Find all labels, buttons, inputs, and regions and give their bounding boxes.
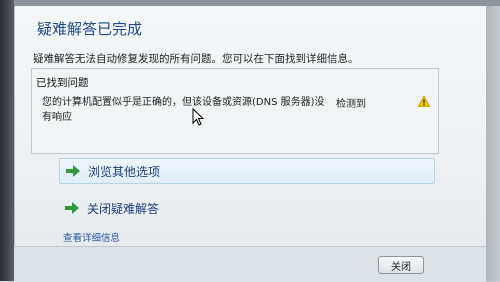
problems-found-panel: 已找到问题 您的计算机配置似乎是正确的，但该设备或资源(DNS 服务器)没有响应… — [31, 68, 439, 154]
view-details-link[interactable]: 查看详细信息 — [63, 230, 120, 244]
page-description: 疑难解答无法自动修复发现的所有问题。您可以在下面找到详细信息。 — [33, 53, 359, 65]
close-button[interactable]: 关闭 — [378, 256, 424, 274]
warning-icon — [418, 96, 430, 107]
problem-description: 您的计算机配置似乎是正确的，但该设备或资源(DNS 服务器)没有响应 — [42, 97, 325, 123]
screen-bezel-left — [0, 0, 14, 281]
close-troubleshooter-button[interactable]: 关闭疑难解答 — [59, 196, 433, 220]
browse-other-options-label: 浏览其他选项 — [88, 164, 161, 179]
troubleshooter-window: 疑难解答已完成 疑难解答无法自动修复发现的所有问题。您可以在下面找到详细信息。 … — [14, 6, 487, 277]
close-troubleshooter-label: 关闭疑难解答 — [87, 201, 160, 216]
green-arrow-icon — [65, 202, 79, 214]
dialog-footer: 关闭 — [14, 246, 486, 282]
browse-other-options-button[interactable]: 浏览其他选项 — [59, 158, 435, 184]
problem-status: 检测到 — [336, 99, 366, 110]
page-title: 疑难解答已完成 — [37, 20, 143, 38]
mouse-pointer-icon — [192, 108, 205, 126]
green-arrow-icon — [66, 165, 80, 177]
problems-header: 已找到问题 — [36, 77, 89, 89]
scrollbar[interactable] — [486, 6, 500, 281]
